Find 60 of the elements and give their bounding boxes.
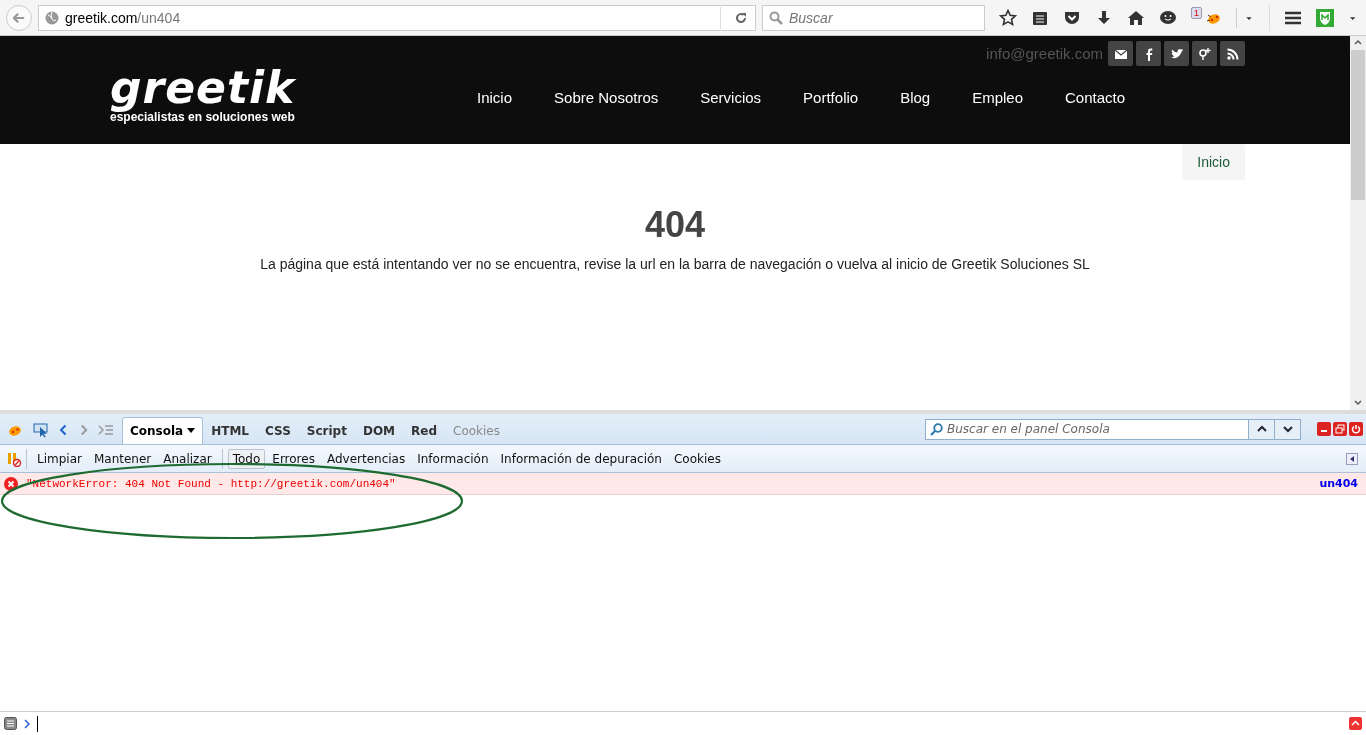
nav-link[interactable]: Sobre Nosotros [533, 89, 680, 106]
nav-link[interactable]: Empleo [951, 89, 1045, 106]
shield-icon[interactable] [1316, 8, 1334, 27]
search-field[interactable]: Buscar [762, 4, 985, 31]
panel-tab[interactable]: HTML [203, 417, 258, 444]
list-icon[interactable] [4, 717, 17, 730]
reload-icon[interactable] [735, 11, 747, 24]
panel-tab[interactable]: Script [298, 417, 355, 444]
globe-icon [45, 10, 59, 25]
panel-tab[interactable]: CSS [257, 417, 299, 444]
google-plus-icon[interactable] [1192, 41, 1217, 66]
panel-tab[interactable]: Red [403, 417, 445, 444]
scrollbar-thumb[interactable] [1351, 50, 1365, 200]
pause-icon[interactable] [6, 450, 22, 467]
logo-text[interactable]: greetik [110, 62, 296, 113]
nav-link[interactable]: Contacto [1044, 89, 1147, 106]
panel-tab[interactable]: Consola [122, 417, 204, 444]
source-link[interactable]: un404 [1319, 477, 1358, 490]
twitter-icon[interactable] [1164, 41, 1189, 66]
search-icon [769, 10, 783, 25]
console-action-button[interactable]: Analizar [158, 448, 217, 469]
log-message: "NetworkError: 404 Not Found - http://greetik.com/un404" [26, 477, 397, 490]
address-field[interactable]: greetik.com/un404 [38, 4, 756, 31]
previous-match-button[interactable] [1248, 419, 1274, 439]
console-action-button[interactable]: Limpiar [32, 448, 87, 469]
filter-button[interactable]: Advertencias [321, 448, 411, 469]
rss-icon[interactable] [1220, 41, 1245, 66]
facebook-icon[interactable] [1136, 41, 1161, 66]
expand-icon[interactable] [1349, 717, 1362, 730]
prompt-icon [23, 718, 31, 729]
filter-button[interactable]: Errores [267, 448, 320, 469]
nav-link[interactable]: Portfolio [782, 89, 880, 106]
power-icon[interactable] [1349, 422, 1363, 436]
error-code: 404 [644, 204, 706, 246]
error-message: La página que está intentando ver no se encuentra, revise la url en la barra de navegación o vuelva al inicio de Greetik Soluciones SL [260, 256, 1090, 272]
star-icon[interactable] [999, 8, 1017, 27]
nav-link[interactable]: Inicio [456, 89, 534, 106]
filter-button[interactable]: Información de depuración [495, 448, 667, 469]
nav-link[interactable]: Blog [879, 89, 952, 106]
restore-icon[interactable] [1333, 422, 1347, 436]
error-icon [4, 476, 18, 491]
inspect-icon[interactable] [32, 422, 50, 438]
chat-smiley-icon[interactable] [1159, 8, 1177, 27]
minimize-icon[interactable] [1317, 422, 1331, 436]
panel-tab[interactable]: DOM [354, 417, 404, 444]
nav-link[interactable]: Servicios [679, 89, 783, 106]
home-icon[interactable] [1127, 8, 1145, 27]
email-icon[interactable] [1108, 41, 1133, 66]
breadcrumb-link[interactable]: Inicio [1182, 144, 1245, 180]
filter-button[interactable]: Cookies [668, 448, 726, 469]
filter-button[interactable]: Información [412, 448, 494, 469]
back-button[interactable] [6, 4, 32, 31]
console-action-button[interactable]: Mantener [88, 448, 157, 469]
console-search-field[interactable]: Buscar en el panel Consola [925, 418, 1301, 440]
notification-badge[interactable]: 1 [1191, 6, 1202, 19]
next-match-button[interactable] [1274, 419, 1300, 439]
filter-button[interactable]: Todo [227, 448, 266, 469]
search-icon [930, 422, 943, 436]
caret-icon[interactable] [187, 428, 196, 434]
back-arrow-icon [13, 11, 25, 24]
